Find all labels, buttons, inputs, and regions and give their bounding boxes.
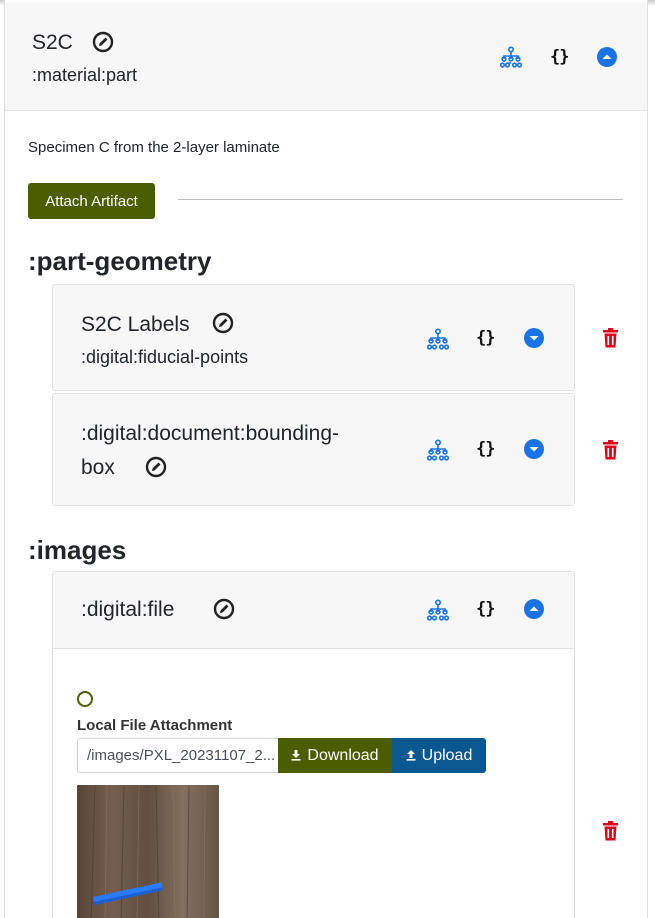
chevron-up-icon[interactable] <box>597 47 617 67</box>
edit-icon[interactable] <box>92 31 114 53</box>
file-path-input[interactable]: /images/PXL_20231107_2... <box>77 738 279 773</box>
trash-icon[interactable] <box>602 440 619 460</box>
trash-icon[interactable] <box>602 328 619 348</box>
divider <box>178 199 623 200</box>
image-thumbnail[interactable] <box>77 785 219 918</box>
upload-label: Upload <box>421 746 473 764</box>
download-label: Download <box>307 746 379 764</box>
artifact-card-s2c-labels <box>52 284 575 391</box>
download-icon <box>291 750 301 761</box>
material-type: :material:part <box>32 65 138 85</box>
local-file-label: Local File Attachment <box>77 717 233 734</box>
chevron-down-icon[interactable] <box>524 439 544 459</box>
material-title: S2C <box>32 31 73 54</box>
artifact-title-line1: :digital:document:bounding- <box>81 422 340 445</box>
hierarchy-icon[interactable] <box>427 439 449 461</box>
artifact-card-bounding-box <box>52 393 575 506</box>
json-braces-icon[interactable]: {} <box>476 328 496 348</box>
upload-button[interactable]: Upload <box>392 738 486 773</box>
hierarchy-icon[interactable] <box>427 328 449 350</box>
hierarchy-icon[interactable] <box>500 46 522 68</box>
artifact-title: :digital:file <box>81 598 175 621</box>
chevron-up-icon[interactable] <box>524 599 544 619</box>
attach-artifact-button[interactable]: Attach Artifact <box>28 183 155 219</box>
download-button[interactable]: Download <box>278 738 392 773</box>
artifact-title-line2: box <box>81 456 115 479</box>
edit-icon[interactable] <box>212 312 234 334</box>
edit-icon[interactable] <box>213 598 235 620</box>
upload-icon <box>406 750 416 761</box>
json-braces-icon[interactable]: {} <box>476 439 496 459</box>
edit-icon[interactable] <box>145 456 167 478</box>
hierarchy-icon[interactable] <box>427 599 449 621</box>
trash-icon[interactable] <box>602 821 619 841</box>
json-braces-icon[interactable]: {} <box>476 599 496 619</box>
artifact-type: :digital:fiducial-points <box>81 347 249 367</box>
artifact-title: S2C Labels <box>81 313 190 336</box>
material-description: Specimen C from the 2-layer laminate <box>28 139 280 156</box>
section-title-part-geometry: :part-geometry <box>28 246 212 276</box>
chevron-down-icon[interactable] <box>524 328 544 348</box>
json-braces-icon[interactable]: {} <box>550 47 570 67</box>
section-title-images: :images <box>28 535 127 565</box>
status-radio[interactable] <box>77 691 93 707</box>
